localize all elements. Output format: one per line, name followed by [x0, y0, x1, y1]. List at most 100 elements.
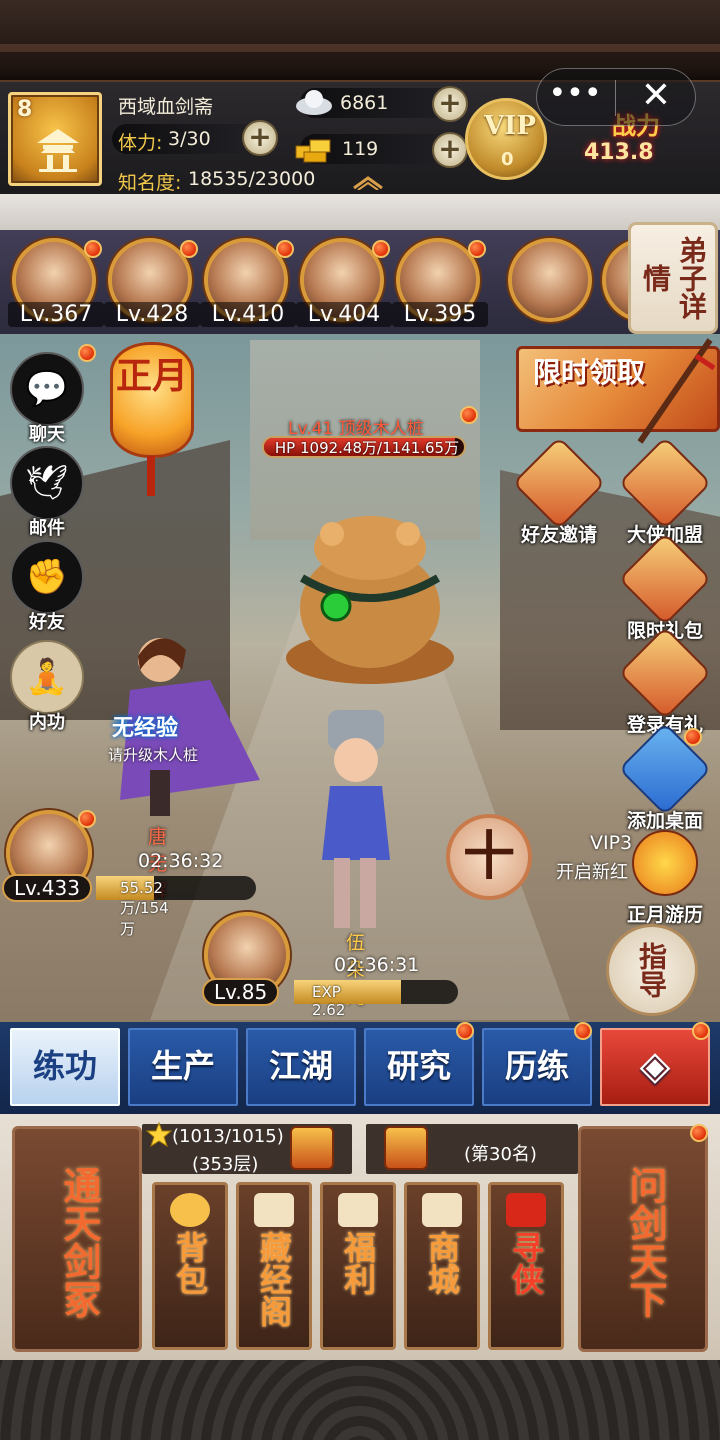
pavilion-icon: [37, 129, 79, 172]
seek-hero-button[interactable]: 寻侠: [488, 1182, 564, 1350]
login-gift-button[interactable]: 登录有礼: [610, 626, 720, 737]
notification-dot: [456, 1022, 474, 1040]
boss-hp-text: HP 1092.48万/1141.65万: [274, 439, 460, 457]
sect-name: 西域血剑斋: [118, 96, 214, 118]
disciple-avatar[interactable]: Lv.404: [296, 238, 392, 327]
disciple-level: Lv.404: [296, 302, 392, 327]
guide-button[interactable]: 指导: [606, 924, 698, 1016]
notification-dot: [460, 406, 478, 424]
disciple-avatar[interactable]: Lv.428: [104, 238, 200, 327]
disciple-avatar[interactable]: [504, 238, 596, 322]
notification-dot: [574, 1022, 592, 1040]
shop-button[interactable]: 商城: [404, 1182, 480, 1350]
library-label: 藏经阁: [255, 1231, 293, 1327]
tab-more[interactable]: ◈: [600, 1028, 710, 1106]
seek-hero-label: 寻侠: [507, 1231, 545, 1295]
gift-box-icon[interactable]: [384, 1126, 428, 1170]
sword-world-card[interactable]: 问剑天下: [578, 1126, 708, 1352]
player-exp-fill: [294, 980, 402, 1004]
notification-dot: [690, 1124, 708, 1142]
close-icon[interactable]: ✕: [628, 74, 684, 122]
no-exp-tag: 无经验: [112, 716, 179, 741]
player-level: Lv.433: [2, 874, 92, 902]
disciple-detail-button[interactable]: 弟子详情: [628, 222, 718, 334]
player-level: Lv.85: [202, 978, 280, 1006]
join-hero-button[interactable]: 大侠加盟: [610, 436, 720, 547]
treasure-chest-icon: [618, 626, 712, 720]
red-envelope-icon: [506, 1193, 546, 1227]
notification-dot: [180, 240, 198, 258]
disciple-level: Lv.410: [200, 302, 296, 327]
add-desktop-button[interactable]: 添加桌面: [610, 722, 720, 833]
tab-research[interactable]: 研究: [364, 1028, 474, 1106]
meditation-icon: 🧘: [10, 640, 84, 714]
bottom-panel: 通天剑冢 (1013/1015) (353层) (第30名) 背包 藏经阁 福利…: [0, 1114, 720, 1360]
tab-jianghu[interactable]: 江湖: [246, 1028, 356, 1106]
tower-sword-tomb-card[interactable]: 通天剑冢: [12, 1126, 142, 1352]
disciple-level: Lv.428: [104, 302, 200, 327]
vip-label: VIP: [484, 111, 536, 141]
silver-add-button[interactable]: +: [432, 86, 468, 122]
tab-practice[interactable]: 练功: [10, 1028, 120, 1106]
helmet-girl-icon: [512, 436, 606, 530]
player-exp-text: 55.52万/154万: [120, 879, 169, 938]
silver-amount: 6861: [340, 92, 389, 114]
pagoda-icon: [254, 1193, 294, 1227]
notification-dot: [372, 240, 390, 258]
bottom-floor-decoration: [0, 1360, 720, 1440]
bag-icon: [170, 1193, 210, 1227]
player-timer: 02:36:31: [334, 954, 420, 976]
capsule-divider: [615, 80, 616, 116]
main-tab-bar: 练功 生产 江湖 研究 历练 ◈: [0, 1022, 720, 1114]
girl-character: [322, 710, 390, 928]
gift-box-icon[interactable]: [290, 1126, 334, 1170]
header-separator: [0, 194, 720, 230]
disciples-row: Lv.367 Lv.428 Lv.410 Lv.404 Lv.395: [0, 230, 720, 334]
friends-button[interactable]: ✊ 好友: [8, 540, 86, 634]
silver-ingot-icon: [296, 90, 332, 115]
expand-chevron-icon[interactable]: [350, 174, 386, 190]
stamina-add-button[interactable]: +: [242, 120, 278, 156]
notification-dot: [78, 344, 96, 362]
vip-level: 0: [501, 149, 514, 170]
warrior-icon: [618, 436, 712, 530]
cross-button[interactable]: 十: [446, 814, 532, 900]
chat-label: 聊天: [29, 424, 65, 445]
invite-friends-button[interactable]: 好友邀请: [504, 436, 614, 547]
dove-icon: 🕊: [10, 446, 84, 520]
shop-stall-icon: [422, 1193, 462, 1227]
internal-skill-button[interactable]: 🧘 内功: [8, 640, 86, 734]
vip-badge[interactable]: VIP 0: [465, 98, 547, 180]
disciple-level: Lv.367: [8, 302, 104, 327]
golden-toad-icon[interactable]: [282, 508, 458, 688]
mail-label: 邮件: [29, 518, 65, 539]
tab-production[interactable]: 生产: [128, 1028, 238, 1106]
notification-dot: [78, 810, 96, 828]
bag-button[interactable]: 背包: [152, 1182, 228, 1350]
notification-dot: [692, 1022, 710, 1040]
player-timer: 02:36:32: [138, 850, 224, 872]
stamina-value: 3/30: [168, 128, 211, 150]
sect-level-badge[interactable]: 8: [8, 92, 102, 186]
library-button[interactable]: 藏经阁: [236, 1182, 312, 1350]
new-year-lantern[interactable]: 正月: [110, 342, 194, 458]
limited-gift-button[interactable]: 限时礼包: [610, 532, 720, 643]
welfare-label: 福利: [339, 1231, 377, 1295]
fist-icon: ✊: [10, 540, 84, 614]
fame-value: 18535/23000: [188, 168, 316, 190]
disciple-avatar[interactable]: Lv.410: [200, 238, 296, 327]
chat-button[interactable]: 💬 聊天: [8, 344, 96, 446]
tower-progress: (1013/1015): [172, 1126, 284, 1147]
gold-add-button[interactable]: +: [432, 132, 468, 168]
welfare-button[interactable]: 福利: [320, 1182, 396, 1350]
vip3-label: VIP3: [590, 832, 633, 854]
disciple-avatar[interactable]: Lv.395: [392, 238, 488, 327]
firework-icon: [618, 816, 712, 910]
gift-bag-icon: [618, 532, 712, 626]
tab-training[interactable]: 历练: [482, 1028, 592, 1106]
bag-label: 背包: [171, 1231, 209, 1295]
mail-button[interactable]: 🕊 邮件: [8, 446, 86, 540]
disciple-avatar[interactable]: Lv.367: [8, 238, 104, 327]
notification-dot: [84, 240, 102, 258]
more-dots-icon[interactable]: •••: [546, 72, 604, 122]
